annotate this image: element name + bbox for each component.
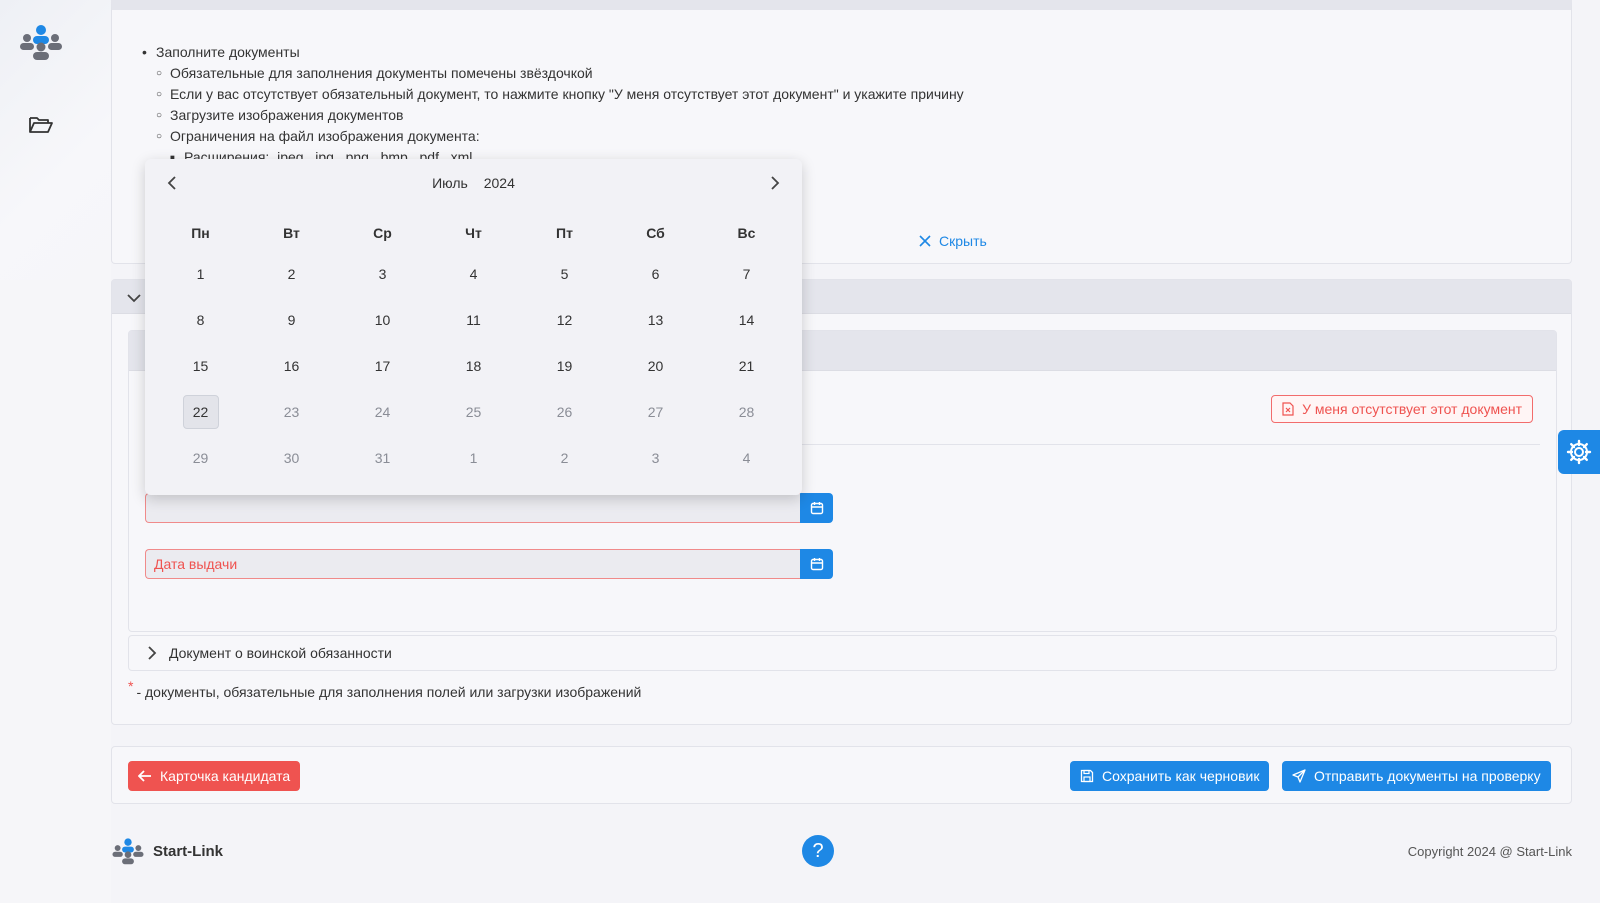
send-documents-button[interactable]: Отправить документы на проверку [1282,761,1551,791]
day-cell-today[interactable]: 22 [155,389,246,435]
candidate-card-button[interactable]: Карточка кандидата [128,761,301,791]
weekday-label: Пн [191,225,210,241]
instruction-item: Заполните документы Обязательные для зап… [142,42,964,159]
required-legend: * - документы, обязательные для заполнени… [128,678,642,700]
day-cell[interactable]: 2 [246,251,337,297]
military-document-row[interactable]: Документ о воинской обязанности [128,635,1557,671]
issue-date-field [145,549,833,579]
day-cell[interactable]: 26 [519,389,610,435]
day-cell[interactable]: 6 [610,251,701,297]
day-cell[interactable]: 4 [428,251,519,297]
datepicker-popup: Июль 2024 Пн Вт Ср Чт Пт Сб Вс 1 2 3 4 5… [145,159,802,495]
day-cell[interactable]: 28 [701,389,792,435]
datepicker-year[interactable]: 2024 [484,175,515,191]
day-cell[interactable]: 23 [246,389,337,435]
weekday-label: Ср [373,225,392,241]
weekday-label: Сб [646,225,665,241]
today-marker: 22 [182,395,219,429]
actions-card: Карточка кандидата Сохранить как чернови… [111,746,1572,804]
calendar-button[interactable] [800,549,833,579]
day-cell[interactable]: 8 [155,297,246,343]
people-group-icon [112,838,144,865]
issue-date-input[interactable] [145,549,800,579]
day-cell[interactable]: 3 [610,435,701,481]
day-cell[interactable]: 25 [428,389,519,435]
week-row: 29 30 31 1 2 3 4 [155,435,792,481]
day-cell[interactable]: 5 [519,251,610,297]
day-cell[interactable]: 4 [701,435,792,481]
date-field [145,493,833,523]
datepicker-grid: Пн Вт Ср Чт Пт Сб Вс 1 2 3 4 5 6 7 8 9 1… [155,215,792,481]
save-draft-button[interactable]: Сохранить как черновик [1070,761,1270,791]
day-cell[interactable]: 19 [519,343,610,389]
instruction-subitem: Ограничения на файл изображения документ… [156,126,964,159]
calendar-icon [810,558,823,571]
copyright: Copyright 2024 @ Start-Link [1407,844,1572,859]
weekday-label: Вт [283,225,300,241]
day-cell[interactable]: 9 [246,297,337,343]
day-cell[interactable]: 31 [337,435,428,481]
file-x-icon [1282,402,1294,416]
chevron-right-icon [148,646,157,660]
week-row: 15 16 17 18 19 20 21 [155,343,792,389]
calendar-button[interactable] [800,493,833,523]
day-cell[interactable]: 24 [337,389,428,435]
left-rail [0,0,111,903]
save-icon [1080,769,1094,783]
datepicker-header: Июль 2024 [145,159,802,207]
day-cell[interactable]: 20 [610,343,701,389]
week-row: 1 2 3 4 5 6 7 [155,251,792,297]
send-icon [1292,769,1306,783]
datepicker-title: Июль 2024 [145,175,802,191]
day-cell[interactable]: 29 [155,435,246,481]
arrow-left-icon [138,770,151,782]
hide-instructions-link[interactable]: Скрыть [919,233,987,249]
chevron-right-icon[interactable] [766,175,782,191]
day-cell[interactable]: 21 [701,343,792,389]
instruction-subitem: Загрузите изображения документов [156,105,964,126]
day-cell[interactable]: 17 [337,343,428,389]
brand-name: Start-Link [153,842,224,860]
weekday-row: Пн Вт Ср Чт Пт Сб Вс [155,215,792,251]
weekday-label: Пт [556,225,573,241]
instruction-extensions: Расширения: .jpeg, .jpg, .png, .bmp, .pd… [170,147,964,159]
day-cell[interactable]: 1 [428,435,519,481]
gear-icon [1566,439,1592,465]
date-input[interactable] [145,493,800,523]
day-cell[interactable]: 27 [610,389,701,435]
document-absent-button[interactable]: У меня отсутствует этот документ [1271,395,1533,423]
required-star: * [128,678,134,694]
people-group-icon[interactable] [18,24,64,60]
folder-open-icon[interactable] [28,114,54,136]
day-cell[interactable]: 3 [337,251,428,297]
day-cell[interactable]: 16 [246,343,337,389]
instructions-list: Заполните документы Обязательные для зап… [142,42,964,159]
week-row: 8 9 10 11 12 13 14 [155,297,792,343]
day-cell[interactable]: 2 [519,435,610,481]
day-cell[interactable]: 14 [701,297,792,343]
chevron-down-icon[interactable] [126,290,142,306]
day-cell[interactable]: 13 [610,297,701,343]
footer-brand: Start-Link [111,837,223,865]
calendar-icon [810,502,823,515]
weekday-label: Вс [737,225,756,241]
week-row: 22 23 24 25 26 27 28 [155,389,792,435]
settings-button[interactable] [1558,430,1600,474]
day-cell[interactable]: 11 [428,297,519,343]
instruction-subitem: Если у вас отсутствует обязательный доку… [156,84,964,105]
footer: Start-Link ? Copyright 2024 @ Start-Link [111,835,1572,871]
day-cell[interactable]: 30 [246,435,337,481]
day-cell[interactable]: 7 [701,251,792,297]
day-cell[interactable]: 15 [155,343,246,389]
instruction-subitem: Обязательные для заполнения документы по… [156,63,964,84]
day-cell[interactable]: 1 [155,251,246,297]
day-cell[interactable]: 12 [519,297,610,343]
day-cell[interactable]: 18 [428,343,519,389]
close-icon [919,235,931,247]
day-cell[interactable]: 10 [337,297,428,343]
help-button[interactable]: ? [802,835,834,867]
datepicker-month[interactable]: Июль [432,175,468,191]
weekday-label: Чт [465,225,482,241]
